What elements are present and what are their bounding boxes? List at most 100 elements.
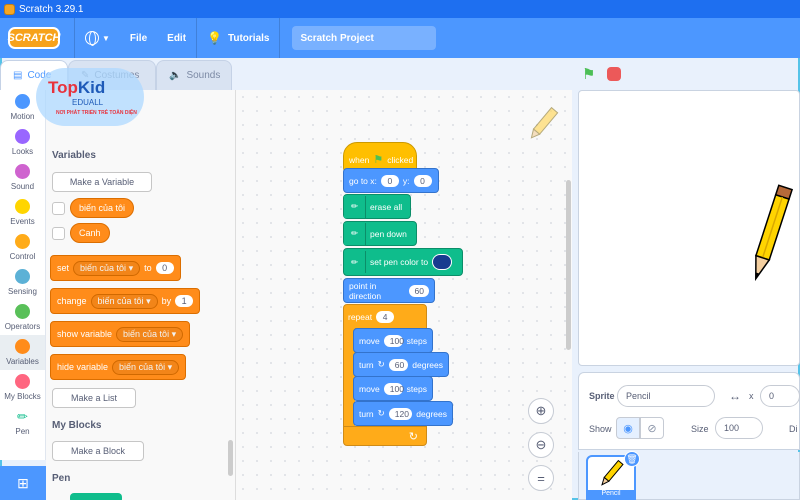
turn-right-block[interactable]: turn ↻ 120 degrees xyxy=(353,401,453,426)
make-block-button[interactable]: Make a Block xyxy=(52,441,144,461)
set-variable-block[interactable]: set biến của tôi ▾ to 0 xyxy=(50,255,181,281)
zoom-out-button[interactable]: ⊖ xyxy=(528,432,554,458)
make-variable-button[interactable]: Make a Variable xyxy=(52,172,152,192)
sprite-label: Sprite xyxy=(589,391,615,401)
stop-button[interactable] xyxy=(607,67,622,81)
block-label: go to x: xyxy=(349,175,377,186)
tutorials-menu[interactable]: 💡 Tutorials xyxy=(197,18,279,58)
category-label: Control xyxy=(9,252,36,261)
block-label: degrees xyxy=(416,408,447,419)
block-label: by xyxy=(161,296,172,306)
palette-scrollbar[interactable] xyxy=(228,440,233,476)
category-control[interactable]: Control xyxy=(0,230,45,265)
x-position-input[interactable]: 0 xyxy=(760,385,800,407)
repeat-count-input[interactable]: 4 xyxy=(376,310,395,323)
variable-checkbox[interactable] xyxy=(52,227,65,240)
show-sprite-button[interactable]: ◉ xyxy=(616,417,640,439)
category-sound[interactable]: Sound xyxy=(0,160,45,195)
pen-icon: ✏ xyxy=(17,409,28,424)
category-label: Looks xyxy=(11,147,34,156)
pencil-sprite[interactable] xyxy=(747,177,793,293)
variable-dropdown[interactable]: biến của tôi ▾ xyxy=(90,293,158,309)
edit-menu[interactable]: Edit xyxy=(157,18,196,58)
size-input[interactable]: 100 xyxy=(715,417,763,439)
eye-icon: ◉ xyxy=(623,422,633,435)
go-to-xy-block[interactable]: go to x: 0 y: 0 xyxy=(343,168,439,193)
category-events[interactable]: Events xyxy=(0,195,45,230)
size-label: Size xyxy=(691,424,709,434)
delete-sprite-button[interactable]: 🗑 xyxy=(624,451,640,467)
scratch-logo[interactable]: SCRATCH xyxy=(8,27,60,49)
make-list-button[interactable]: Make a List xyxy=(52,388,136,408)
pen-icon: ✏ xyxy=(344,222,366,245)
variable-reporter[interactable]: biến của tôi xyxy=(70,198,135,218)
hide-sprite-button[interactable]: ⊘ xyxy=(640,417,664,439)
variables-dot-icon xyxy=(15,339,30,354)
variable-dropdown[interactable]: biến của tôi ▾ xyxy=(116,326,184,342)
pen-block-partial[interactable] xyxy=(70,493,122,500)
move-steps-block[interactable]: move 100 steps xyxy=(353,328,433,353)
variable-dropdown[interactable]: biến của tôi ▾ xyxy=(73,260,141,276)
x-arrows-icon: ↔ xyxy=(729,389,741,403)
category-variables[interactable]: Variables xyxy=(0,335,45,370)
block-label: hide variable xyxy=(57,362,109,372)
project-title-input[interactable]: Scratch Project xyxy=(292,26,437,50)
pen-icon: ✏ xyxy=(344,251,366,273)
sprite-name-input[interactable]: Pencil xyxy=(617,385,715,407)
green-flag-button[interactable]: ⚑ xyxy=(582,65,595,83)
zoom-reset-icon: = xyxy=(537,470,545,486)
steps-input[interactable]: 100 xyxy=(383,382,404,395)
category-sensing[interactable]: Sensing xyxy=(0,265,45,300)
pen-down-block[interactable]: ✏ pen down xyxy=(343,221,417,246)
stage-canvas[interactable] xyxy=(578,90,800,366)
variable-dropdown[interactable]: biến của tôi ▾ xyxy=(112,359,180,375)
language-menu[interactable]: ▼ xyxy=(75,18,120,58)
code-workspace[interactable]: when ⚑ clicked go to x: 0 y: 0 ✏ erase a… xyxy=(236,90,572,500)
pen-color-swatch[interactable] xyxy=(432,254,453,270)
set-pen-color-block[interactable]: ✏ set pen color to xyxy=(343,248,463,276)
x-input[interactable]: 0 xyxy=(380,174,399,187)
logo-subtitle: EDUALL xyxy=(72,98,104,107)
zoom-in-button[interactable]: ⊕ xyxy=(528,398,554,424)
zoom-reset-button[interactable]: = xyxy=(528,465,554,491)
steps-input[interactable]: 100 xyxy=(383,334,404,347)
file-menu[interactable]: File xyxy=(120,18,157,58)
block-label: turn xyxy=(359,359,374,370)
variable-checkbox[interactable] xyxy=(52,202,65,215)
change-variable-block[interactable]: change biến của tôi ▾ by 1 xyxy=(50,288,201,314)
y-input[interactable]: 0 xyxy=(413,174,432,187)
show-variable-block[interactable]: show variable biến của tôi ▾ xyxy=(50,321,191,347)
category-looks[interactable]: Looks xyxy=(0,125,45,160)
category-operators[interactable]: Operators xyxy=(0,300,45,335)
value-input[interactable]: 1 xyxy=(175,295,194,307)
add-extension-button[interactable]: ⊞ xyxy=(0,466,46,500)
variables-heading: Variables xyxy=(52,150,96,161)
direction-input[interactable]: 60 xyxy=(408,284,429,297)
events-dot-icon xyxy=(15,199,30,214)
show-label: Show xyxy=(589,424,612,434)
category-my-blocks[interactable]: My Blocks xyxy=(0,370,45,405)
turn-right-block[interactable]: turn ↻ 60 degrees xyxy=(353,352,449,377)
logo-tagline: NƠI PHÁT TRIỂN TRẺ TOÀN DIỆN xyxy=(56,110,137,116)
motion-dot-icon xyxy=(15,94,30,109)
block-label: y: xyxy=(402,175,410,186)
point-in-direction-block[interactable]: point in direction 60 xyxy=(343,278,435,303)
hide-variable-block[interactable]: hide variable biến của tôi ▾ xyxy=(50,354,187,380)
move-steps-block[interactable]: move 100 steps xyxy=(353,376,433,401)
dropdown-value: biến của tôi xyxy=(119,361,166,372)
block-label: clicked xyxy=(387,154,414,165)
value-input[interactable]: 0 xyxy=(155,262,174,274)
block-label: point in direction xyxy=(349,280,382,301)
direction-label: Di xyxy=(789,424,798,434)
degrees-input[interactable]: 60 xyxy=(388,358,409,371)
degrees-input[interactable]: 120 xyxy=(388,407,413,420)
tab-sounds[interactable]: 🔈 Sounds xyxy=(156,60,232,90)
category-pen[interactable]: ✏ Pen xyxy=(0,405,45,440)
variable-reporter[interactable]: Canh xyxy=(70,223,110,243)
menu-divider xyxy=(279,18,281,58)
workspace-scrollbar[interactable] xyxy=(566,180,571,350)
erase-all-block[interactable]: ✏ erase all xyxy=(343,194,411,219)
x-label: x xyxy=(749,391,754,401)
sensing-dot-icon xyxy=(15,269,30,284)
block-label: move xyxy=(359,383,380,394)
